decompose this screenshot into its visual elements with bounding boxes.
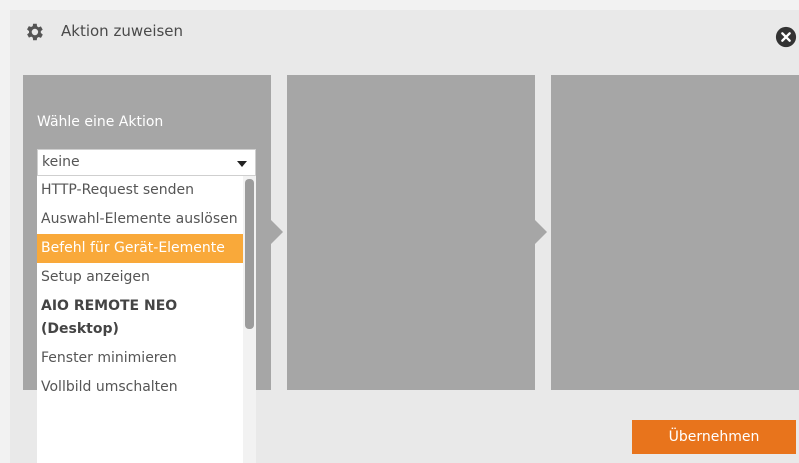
action-select[interactable]: keine (37, 149, 256, 176)
panel-arrow (271, 220, 283, 244)
action-dropdown: HTTP-Request senden Auswahl-Elemente aus… (37, 176, 256, 463)
dropdown-option-selected[interactable]: Befehl für Gerät-Elemente (37, 234, 256, 263)
close-icon[interactable] (775, 26, 797, 48)
action-label: Wähle eine Aktion (37, 114, 164, 130)
scroll-thumb[interactable] (245, 179, 254, 329)
dropdown-option[interactable]: Fenster minimieren (37, 344, 256, 373)
gear-icon (27, 23, 43, 41)
apply-button[interactable]: Übernehmen (632, 420, 796, 454)
dropdown-group-header: AIO REMOTE NEO (Desktop) (41, 298, 178, 337)
dropdown-option[interactable]: Setup anzeigen (37, 263, 256, 292)
dropdown-option[interactable]: Auswahl-Elemente auslösen (37, 205, 256, 234)
dropdown-scrollbar[interactable] (243, 176, 256, 463)
dialog-header: Aktion zuweisen (10, 10, 799, 66)
chevron-down-icon[interactable] (237, 161, 247, 167)
panel-arrow (535, 220, 547, 244)
select-value: keine (42, 154, 80, 170)
detail-panel (551, 75, 799, 390)
dropdown-option[interactable]: HTTP-Request senden (37, 176, 256, 205)
assign-action-dialog: Aktion zuweisen Wähle eine Aktion keine … (10, 10, 799, 463)
dialog-title: Aktion zuweisen (61, 22, 184, 40)
dropdown-option[interactable]: Vollbild umschalten (37, 373, 256, 402)
config-panel (287, 75, 535, 390)
